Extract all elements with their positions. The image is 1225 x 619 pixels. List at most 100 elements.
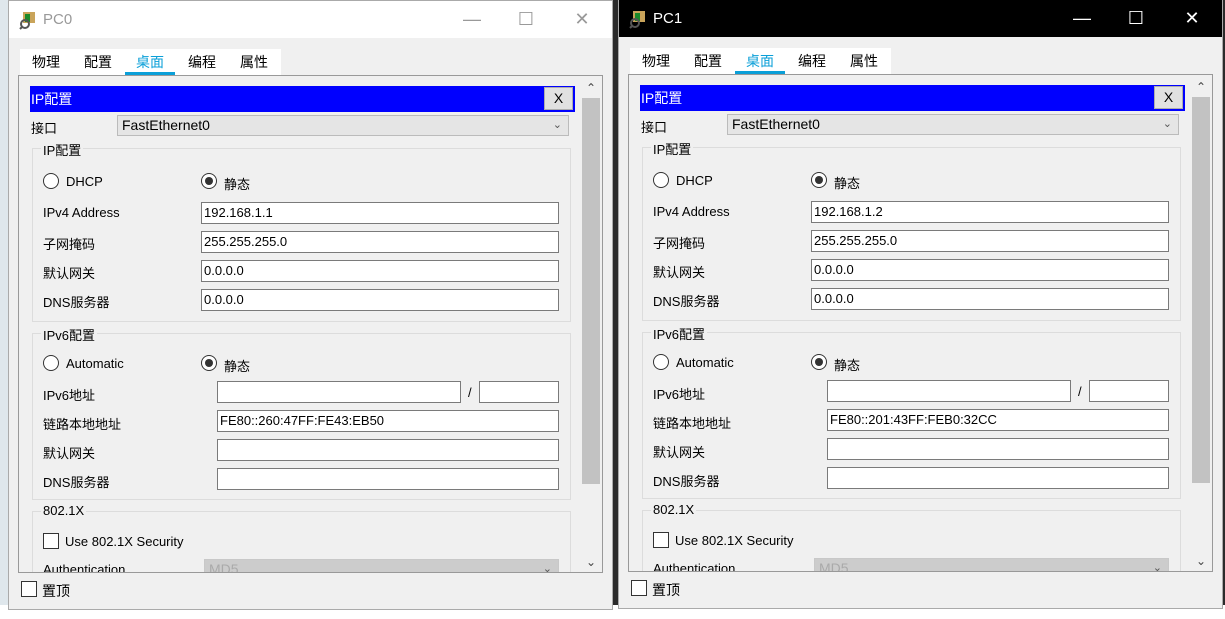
- ipv4-field-label: 默认网关: [653, 265, 706, 280]
- ipv4-legend: IP配置: [41, 140, 84, 159]
- title-bar[interactable]: PC1 — ☐ ✕: [619, 0, 1222, 37]
- static-radio[interactable]: [811, 354, 827, 370]
- ipv6-field-input[interactable]: FE80::260:47FF:FE43:EB50: [217, 410, 559, 432]
- ipv4-field-input[interactable]: 192.168.1.2: [811, 201, 1169, 223]
- ipv6-field-label: DNS服务器: [43, 475, 110, 490]
- ipv6-field-input[interactable]: [827, 467, 1169, 489]
- tab-3[interactable]: 编程: [176, 49, 228, 75]
- ipv4-field-label: IPv4 Address: [43, 205, 120, 220]
- ipv6-address-input[interactable]: [217, 381, 461, 403]
- tab-2[interactable]: 桌面: [734, 48, 786, 74]
- authentication-select[interactable]: MD5 ⌄: [204, 559, 559, 573]
- ipv6-field-label: 链路本地地址: [653, 416, 732, 431]
- close-panel-button[interactable]: X: [544, 87, 573, 110]
- interface-label: 接口: [31, 121, 58, 136]
- ipv4-field-input[interactable]: 255.255.255.0: [201, 231, 559, 253]
- pc-app-icon: [19, 12, 35, 30]
- use-8021x-label: Use 802.1X Security: [65, 534, 184, 549]
- close-button[interactable]: ✕: [559, 1, 605, 38]
- scroll-down-icon[interactable]: ⌄: [580, 552, 602, 572]
- authentication-select[interactable]: MD5 ⌄: [814, 558, 1169, 571]
- pc-config-window-pc0: PC0 — ☐ ✕ 物理 配置 桌面 编程 属性 IP配置 X 接口 FastEthern…: [8, 0, 613, 610]
- automatic-radio[interactable]: [43, 355, 59, 371]
- always-on-top-label: 置顶: [42, 583, 70, 599]
- dhcp-label: DHCP: [66, 174, 103, 189]
- ipv6-field-input[interactable]: FE80::201:43FF:FEB0:32CC: [827, 409, 1169, 431]
- scrollbar-thumb[interactable]: [1192, 97, 1210, 483]
- title-bar[interactable]: PC0 — ☐ ✕: [9, 1, 612, 38]
- dhcp-radio[interactable]: [43, 173, 59, 189]
- tab-2[interactable]: 桌面: [124, 49, 176, 75]
- close-panel-button[interactable]: X: [1154, 86, 1183, 109]
- ipv4-field-input[interactable]: 0.0.0.0: [201, 260, 559, 282]
- interface-select[interactable]: FastEthernet0 ⌄: [117, 115, 569, 136]
- use-8021x-label: Use 802.1X Security: [675, 533, 794, 548]
- tab-3[interactable]: 编程: [786, 48, 838, 74]
- ipv4-field-input[interactable]: 255.255.255.0: [811, 230, 1169, 252]
- vertical-scrollbar[interactable]: ⌃ ⌄: [580, 76, 602, 572]
- use-8021x-checkbox[interactable]: [43, 533, 59, 549]
- always-on-top-checkbox[interactable]: [631, 580, 647, 596]
- tab-0[interactable]: 物理: [20, 49, 72, 75]
- ipv4-field-label: 默认网关: [43, 266, 96, 281]
- scrollbar-thumb[interactable]: [582, 98, 600, 484]
- dhcp-radio[interactable]: [653, 172, 669, 188]
- minimize-button[interactable]: —: [1059, 0, 1105, 37]
- static-label: 静态: [224, 177, 251, 192]
- ipv6-field-input[interactable]: [827, 438, 1169, 460]
- tab-bar: 物理 配置 桌面 编程 属性: [630, 48, 891, 74]
- interface-value: FastEthernet0: [122, 117, 210, 133]
- tab-bar: 物理 配置 桌面 编程 属性: [20, 49, 281, 75]
- ipv4-legend: IP配置: [651, 139, 694, 158]
- chevron-down-icon: ⌄: [552, 119, 562, 131]
- vertical-scrollbar[interactable]: ⌃ ⌄: [1190, 75, 1212, 571]
- static-label: 静态: [834, 358, 861, 373]
- ipv4-field-input[interactable]: 192.168.1.1: [201, 202, 559, 224]
- ipv6-legend: IPv6配置: [651, 324, 708, 343]
- ipv4-field-input[interactable]: 0.0.0.0: [201, 289, 559, 311]
- automatic-radio[interactable]: [653, 354, 669, 370]
- dot1x-legend: 802.1X: [41, 503, 87, 518]
- maximize-button[interactable]: ☐: [503, 1, 549, 38]
- ipv4-fieldset: IP配置 DHCP 静态 IPv4 Address 192.168.1.2 子网掩码…: [642, 139, 1181, 321]
- dot1x-legend: 802.1X: [651, 502, 697, 517]
- tab-1[interactable]: 配置: [72, 49, 124, 75]
- maximize-button[interactable]: ☐: [1113, 0, 1159, 37]
- ipv4-field-input[interactable]: 0.0.0.0: [811, 259, 1169, 281]
- static-label: 静态: [834, 176, 861, 191]
- ipv4-field-label: DNS服务器: [43, 295, 110, 310]
- ipv6-prefix-input[interactable]: [1089, 380, 1169, 402]
- ipv6-field-input[interactable]: [217, 439, 559, 461]
- scroll-down-icon[interactable]: ⌄: [1190, 551, 1212, 571]
- static-radio[interactable]: [201, 355, 217, 371]
- ip-config-panel: IP配置 X 接口 FastEthernet0 ⌄ IP配置 DHCP 静态 IPv4…: [18, 75, 603, 573]
- authentication-label: Authentication: [653, 561, 736, 572]
- desktop-background: [0, 0, 8, 619]
- chevron-down-icon: ⌄: [542, 563, 552, 573]
- minimize-button[interactable]: —: [449, 1, 495, 38]
- ipv4-field-input[interactable]: 0.0.0.0: [811, 288, 1169, 310]
- ipv6-address-input[interactable]: [827, 380, 1071, 402]
- ipv6-prefix-input[interactable]: [479, 381, 559, 403]
- use-8021x-checkbox[interactable]: [653, 532, 669, 548]
- ipv4-fieldset: IP配置 DHCP 静态 IPv4 Address 192.168.1.1 子网掩码…: [32, 140, 571, 322]
- static-radio[interactable]: [201, 173, 217, 189]
- tab-0[interactable]: 物理: [630, 48, 682, 74]
- automatic-label: Automatic: [66, 356, 124, 371]
- header-title: IP配置: [31, 91, 73, 107]
- scroll-up-icon[interactable]: ⌃: [580, 78, 602, 98]
- tab-4[interactable]: 属性: [838, 48, 890, 74]
- ipv6-field-input[interactable]: [217, 468, 559, 490]
- window-title: PC1: [653, 10, 683, 27]
- ip-config-header: IP配置 X: [640, 85, 1185, 111]
- interface-select[interactable]: FastEthernet0 ⌄: [727, 114, 1179, 135]
- static-radio[interactable]: [811, 172, 827, 188]
- tab-1[interactable]: 配置: [682, 48, 734, 74]
- tab-4[interactable]: 属性: [228, 49, 280, 75]
- scroll-up-icon[interactable]: ⌃: [1190, 77, 1212, 97]
- close-button[interactable]: ✕: [1169, 0, 1215, 37]
- ipv6-fieldset: IPv6配置 Automatic 静态 IPv6地址 / 链路本地地址 FE80…: [642, 324, 1181, 499]
- ipv6-field-label: 链路本地地址: [43, 417, 122, 432]
- ipv6-field-label: 默认网关: [653, 445, 706, 460]
- always-on-top-checkbox[interactable]: [21, 581, 37, 597]
